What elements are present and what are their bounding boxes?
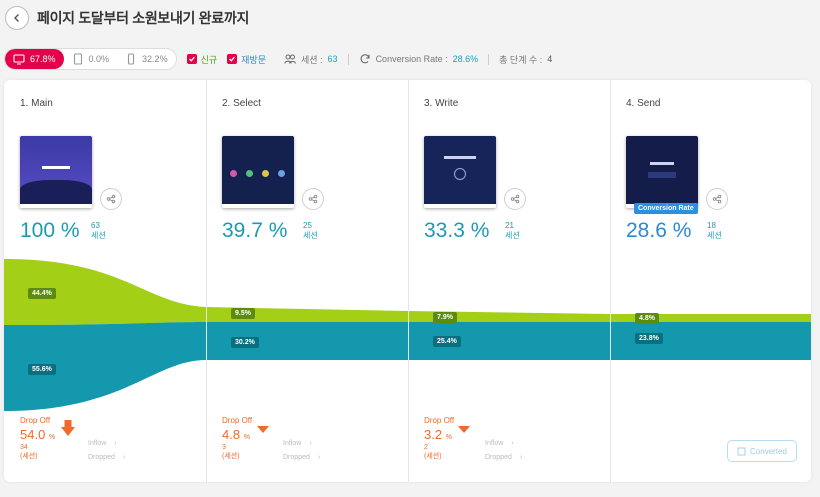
session-value: 63 <box>327 54 338 64</box>
new-visitor-checkbox[interactable]: 신규 <box>186 53 218 66</box>
drop-arrow-icon <box>61 420 75 436</box>
funnel-step-select: 2. Select 39.7 % 25 세션 <box>206 80 408 280</box>
drop-off-select: Drop Off 4.8 % 3 (세션) <box>222 416 253 460</box>
share-icon <box>510 194 520 204</box>
session-label: 세션 : <box>300 54 323 65</box>
conversion-stat: Conversion Rate : 28.6% <box>359 53 479 65</box>
divider <box>488 53 490 65</box>
conversion-label: Conversion Rate : <box>375 54 448 64</box>
device-desktop-value: 67.8% <box>30 54 56 64</box>
step-name: 1. Main <box>20 98 53 109</box>
device-tab-mobile[interactable]: 32.2% <box>117 49 176 69</box>
desktop-icon <box>13 54 25 65</box>
flow-blue-label: 25.4% <box>433 336 461 347</box>
page-thumbnail[interactable] <box>626 136 698 208</box>
funnel-step-main: 1. Main 100 % 63 세션 <box>4 80 206 280</box>
flow-blue-label: 23.8% <box>635 333 663 344</box>
flow-blue-label: 30.2% <box>231 337 259 348</box>
steps-value: 4 <box>547 54 553 64</box>
share-button[interactable] <box>302 188 324 210</box>
device-mobile-value: 32.2% <box>142 54 168 64</box>
steps-label: 총 단계 수 : <box>499 54 543 65</box>
share-icon <box>106 194 116 204</box>
share-button[interactable] <box>100 188 122 210</box>
share-icon <box>712 194 722 204</box>
step-sessions: 21 세션 <box>505 221 520 240</box>
checkbox-checked-icon <box>227 54 238 64</box>
page-icon <box>737 447 746 455</box>
step-percentage: 100 % <box>20 219 80 242</box>
checkbox-checked-icon <box>186 54 197 64</box>
converted-button[interactable]: Converted <box>727 440 797 462</box>
page-thumbnail[interactable] <box>222 136 294 208</box>
step-name: 2. Select <box>222 98 261 109</box>
page-thumbnail[interactable] <box>20 136 92 208</box>
device-tab-desktop[interactable]: 67.8% <box>5 49 64 69</box>
conversion-rate-badge: Conversion Rate <box>634 203 698 214</box>
share-icon <box>308 194 318 204</box>
step-sessions: 25 세션 <box>303 221 318 240</box>
funnel-step-write: 3. Write 33.3 % 21 세션 <box>408 80 610 280</box>
page-thumbnail[interactable] <box>424 136 496 208</box>
device-filter: 67.8% 0.0% 32.2% <box>4 48 177 70</box>
drop-arrow-icon <box>257 426 269 433</box>
step-name: 4. Send <box>626 98 661 109</box>
step-sessions: 18 세션 <box>707 221 722 240</box>
step-sessions: 63 세션 <box>91 221 106 240</box>
flow-green-label: 44.4% <box>28 288 56 299</box>
chevron-left-icon <box>14 14 19 22</box>
back-button[interactable] <box>5 6 29 30</box>
step-percentage: 39.7 % <box>222 219 288 242</box>
share-button[interactable] <box>504 188 526 210</box>
returning-visitor-checkbox[interactable]: 재방문 <box>227 53 266 66</box>
inflow-dropped-links[interactable]: Inflow › Dropped › <box>485 437 522 465</box>
divider <box>347 53 349 65</box>
tablet-icon <box>73 53 82 65</box>
session-stat: 세션 : 63 <box>284 53 338 66</box>
drop-off-main: Drop Off 54.0 % 34 (세션) <box>20 416 56 460</box>
inflow-dropped-links[interactable]: Inflow › Dropped › <box>88 437 125 465</box>
device-tab-tablet[interactable]: 0.0% <box>64 49 118 69</box>
funnel-step-send: 4. Send Conversion Rate 28.6 % 18 세션 <box>610 80 811 280</box>
refresh-icon <box>360 54 370 64</box>
flow-green-label: 4.8% <box>635 313 659 324</box>
flow-green-label: 7.9% <box>433 312 457 323</box>
filter-bar: 67.8% 0.0% 32.2% 신규 재방문 세션 : 63 Conversi… <box>4 47 552 71</box>
device-tablet-value: 0.0% <box>88 54 110 64</box>
inflow-dropped-links[interactable]: Inflow › Dropped › <box>283 437 320 465</box>
funnel-panel: 1. Main 100 % 63 세션 2. Select 39.7 % 25 세션 <box>4 80 811 482</box>
drop-arrow-icon <box>458 426 470 433</box>
flow-green-label: 9.5% <box>231 308 255 319</box>
step-percentage: 33.3 % <box>424 219 490 242</box>
step-percentage: 28.6 % <box>626 219 692 242</box>
mobile-icon <box>127 53 135 65</box>
share-button[interactable] <box>706 188 728 210</box>
conversion-value: 28.6% <box>452 54 479 64</box>
returning-visitor-label: 재방문 <box>241 54 266 65</box>
drop-off-write: Drop Off 3.2 % 2 (세션) <box>424 416 455 460</box>
users-icon <box>284 54 296 64</box>
steps-stat: 총 단계 수 : 4 <box>499 53 552 66</box>
page-header: 페이지 도달부터 소원보내기 완료까지 <box>0 0 820 38</box>
step-name: 3. Write <box>424 98 459 109</box>
new-visitor-label: 신규 <box>200 54 218 65</box>
page-title: 페이지 도달부터 소원보내기 완료까지 <box>37 10 250 26</box>
flow-blue-label: 55.6% <box>28 364 56 375</box>
